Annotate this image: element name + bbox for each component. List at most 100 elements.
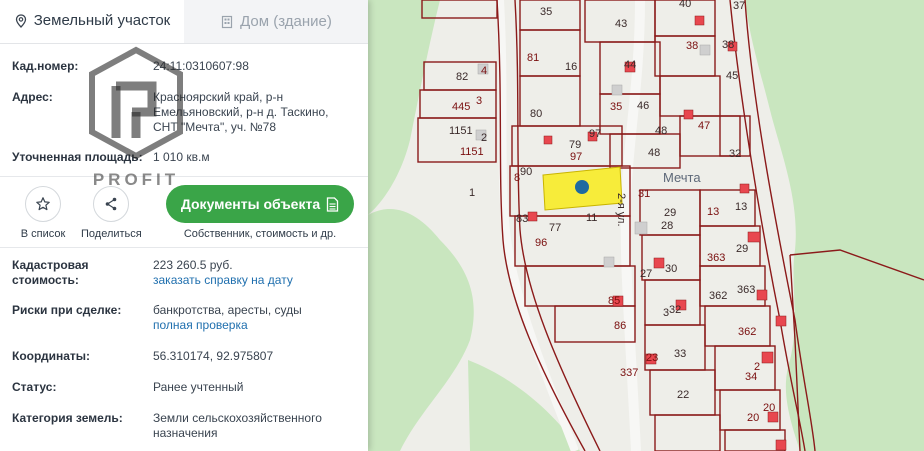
plot-number-label: 28: [661, 220, 673, 232]
plot-number-label: 97: [570, 151, 582, 163]
plot-number-label: 35: [540, 6, 552, 18]
cad-cost-label: Кадастровая стоимость:: [12, 258, 89, 287]
plot-number-label: 362: [709, 290, 727, 302]
object-documents-button[interactable]: Документы объекта: [166, 185, 354, 223]
plot-number-label: 33: [674, 348, 686, 360]
plot-number-label: 46: [637, 100, 649, 112]
plot-number-label: 2: [754, 361, 760, 373]
plot-number-label: 80: [530, 108, 542, 120]
plot-number-label: 13: [707, 206, 719, 218]
plot-number-label: 1151: [460, 146, 484, 158]
object-info-panel: Земельный участок Дом (здание) Кад.номер…: [0, 0, 368, 451]
plot-number-label: 363: [737, 284, 755, 296]
plot-number-label: 1: [469, 187, 475, 199]
coords-label: Координаты:: [12, 349, 91, 363]
plot-number-label: 29: [664, 207, 676, 219]
plot-number-label: 48: [655, 125, 667, 137]
status-row: Статус: Ранее учтенный: [12, 380, 356, 395]
plot-number-label: 96: [535, 237, 547, 249]
map-pin-icon: [15, 13, 26, 28]
plot-number-label: 29: [736, 243, 748, 255]
share-button[interactable]: Поделиться: [81, 186, 142, 240]
plot-number-label: 43: [615, 18, 627, 30]
plot-number-label: 38: [722, 39, 734, 51]
tab-building[interactable]: Дом (здание): [184, 0, 368, 43]
area-label: Уточненная площадь:: [12, 150, 143, 164]
plot-number-label: 23: [646, 352, 658, 364]
risks-value: банкротства, аресты, суды: [153, 303, 302, 317]
cad-number-row: Кад.номер: 24:11:0310607:98: [12, 59, 356, 74]
plot-number-label: 45: [726, 70, 738, 82]
selected-parcel-marker[interactable]: [575, 180, 589, 194]
plot-number-label: 85: [608, 295, 620, 307]
cad-number-label: Кад.номер:: [12, 59, 79, 73]
tab-bar: Земельный участок Дом (здание): [0, 0, 368, 44]
add-to-list-label: В список: [20, 228, 66, 240]
plot-number-label: 3: [663, 307, 669, 319]
plot-number-label: 1151: [449, 125, 473, 137]
plot-number-label: 83: [516, 213, 528, 225]
full-check-link[interactable]: полная проверка: [153, 318, 356, 333]
cad-number-value[interactable]: 24:11:0310607:98: [153, 59, 356, 74]
plot-number-label: 3: [476, 95, 482, 107]
plot-number-label: 32: [669, 304, 681, 316]
plot-number-label: 37: [733, 0, 745, 12]
risks-label: Риски при сделке:: [12, 303, 122, 317]
status-label: Статус:: [12, 380, 57, 394]
tab-building-label: Дом (здание): [240, 13, 332, 30]
land-category-row: Категория земель: Земли сельскохозяйстве…: [12, 411, 356, 441]
plot-number-label: 445: [452, 101, 470, 113]
plot-number-label: 81: [527, 52, 539, 64]
cad-cost-row: Кадастровая стоимость: 223 260.5 руб. за…: [12, 258, 356, 288]
land-category-label: Категория земель:: [12, 411, 123, 425]
plot-number-label: 337: [620, 367, 638, 379]
plot-number-label: 31: [638, 188, 650, 200]
area-value: 1 010 кв.м: [153, 150, 210, 164]
plot-number-label: 11: [586, 212, 597, 224]
plot-number-label: 90: [520, 166, 532, 178]
plot-number-label: 97: [589, 128, 601, 140]
plot-number-label: 30: [665, 263, 677, 275]
plot-number-label: 40: [679, 0, 691, 10]
street-sign: 2-я ул.: [615, 193, 627, 227]
plot-number-label: 363: [707, 252, 725, 264]
plot-number-label: 20: [763, 402, 775, 414]
plot-number-label: 20: [747, 412, 759, 424]
plot-number-label: 38: [686, 40, 698, 52]
plot-number-label: 44: [624, 59, 636, 71]
action-bar: В список Поделиться Документы объекта Со…: [0, 176, 368, 248]
address-row: Адрес: Красноярский край, р-н Емельяновс…: [12, 90, 356, 135]
plot-number-label: 47: [698, 120, 710, 132]
plot-number-label: 32: [729, 148, 741, 160]
plot-number-label: 2: [481, 132, 487, 144]
land-category-value: Земли сельскохозяйственного назначения: [153, 411, 322, 440]
plot-number-label: 86: [614, 320, 626, 332]
plot-number-label: 4: [481, 65, 487, 77]
plot-number-label: 27: [640, 268, 652, 280]
plot-number-label: 22: [677, 389, 689, 401]
plot-number-label: 362: [738, 326, 756, 338]
add-to-list-button[interactable]: В список: [13, 186, 73, 240]
plot-number-label: 82: [456, 71, 468, 83]
cad-cost-value: 223 260.5 руб.: [153, 258, 233, 272]
address-label: Адрес:: [12, 90, 53, 104]
plot-number-label: 79: [569, 139, 581, 151]
plot-number-label: 13: [735, 201, 747, 213]
risks-row: Риски при сделке: банкротства, аресты, с…: [12, 303, 356, 333]
plot-number-label: 48: [648, 147, 660, 159]
object-documents-label: Документы объекта: [180, 196, 321, 212]
plot-number-label: 16: [565, 61, 577, 73]
status-value: Ранее учтенный: [153, 380, 244, 394]
area-row: Уточненная площадь: 1 010 кв.м: [12, 150, 356, 165]
share-label: Поделиться: [81, 228, 142, 240]
object-documents-subtitle: Собственник, стоимость и др.: [183, 228, 337, 240]
coords-value: 56.310174, 92.975807: [153, 349, 274, 363]
address-value: Красноярский край, р-н Емельяновский, р-…: [153, 90, 329, 134]
order-certificate-link[interactable]: заказать справку на дату: [153, 273, 356, 288]
star-icon: [36, 197, 50, 211]
plot-number-label: 77: [549, 222, 561, 234]
share-icon: [105, 197, 117, 211]
coords-row: Координаты: 56.310174, 92.975807: [12, 349, 356, 364]
tab-land-plot[interactable]: Земельный участок: [0, 0, 184, 43]
building-icon: [221, 15, 233, 28]
